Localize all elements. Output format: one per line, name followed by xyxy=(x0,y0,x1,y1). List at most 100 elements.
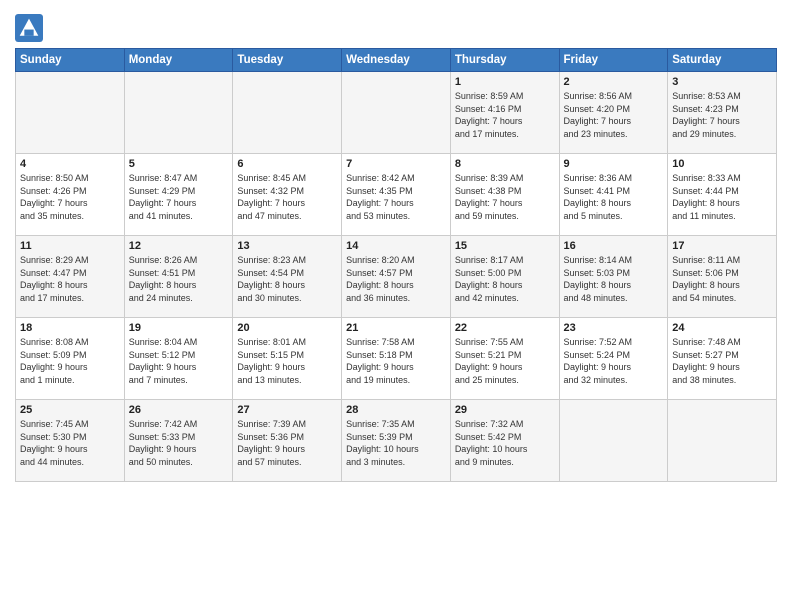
day-number: 19 xyxy=(129,322,229,334)
calendar-cell: 4 Sunrise: 8:50 AM Sunset: 4:26 PM Daylig… xyxy=(16,154,125,236)
day-info: Sunrise: 8:39 AM Sunset: 4:38 PM Dayligh… xyxy=(455,172,555,222)
calendar-week-3: 11 Sunrise: 8:29 AM Sunset: 4:47 PM Dayli… xyxy=(16,236,777,318)
calendar-cell xyxy=(342,72,451,154)
calendar-header-thursday: Thursday xyxy=(450,49,559,72)
day-info: Sunrise: 7:55 AM Sunset: 5:21 PM Dayligh… xyxy=(455,336,555,386)
calendar-cell: 27 Sunrise: 7:39 AM Sunset: 5:36 PM Dayli… xyxy=(233,400,342,482)
calendar-header-wednesday: Wednesday xyxy=(342,49,451,72)
day-number: 22 xyxy=(455,322,555,334)
day-number: 11 xyxy=(20,240,120,252)
day-number: 14 xyxy=(346,240,446,252)
calendar-table: SundayMondayTuesdayWednesdayThursdayFrid… xyxy=(15,48,777,482)
day-info: Sunrise: 8:23 AM Sunset: 4:54 PM Dayligh… xyxy=(237,254,337,304)
calendar-week-4: 18 Sunrise: 8:08 AM Sunset: 5:09 PM Dayli… xyxy=(16,318,777,400)
calendar-cell: 13 Sunrise: 8:23 AM Sunset: 4:54 PM Dayli… xyxy=(233,236,342,318)
calendar-header-row: SundayMondayTuesdayWednesdayThursdayFrid… xyxy=(16,49,777,72)
day-info: Sunrise: 8:29 AM Sunset: 4:47 PM Dayligh… xyxy=(20,254,120,304)
day-number: 4 xyxy=(20,158,120,170)
calendar-cell: 8Sunrise: 8:39 AM Sunset: 4:38 PM Daylig… xyxy=(450,154,559,236)
day-info: Sunrise: 8:36 AM Sunset: 4:41 PM Dayligh… xyxy=(564,172,664,222)
day-info: Sunrise: 8:33 AM Sunset: 4:44 PM Dayligh… xyxy=(672,172,772,222)
day-number: 2 xyxy=(564,76,664,88)
calendar-week-2: 4 Sunrise: 8:50 AM Sunset: 4:26 PM Daylig… xyxy=(16,154,777,236)
calendar-cell: 3 Sunrise: 8:53 AM Sunset: 4:23 PM Daylig… xyxy=(668,72,777,154)
logo-icon xyxy=(15,14,43,42)
calendar-cell: 1 Sunrise: 8:59 AM Sunset: 4:16 PM Daylig… xyxy=(450,72,559,154)
day-number: 18 xyxy=(20,322,120,334)
day-number: 20 xyxy=(237,322,337,334)
calendar-cell: 26 Sunrise: 7:42 AM Sunset: 5:33 PM Dayli… xyxy=(124,400,233,482)
day-number: 28 xyxy=(346,404,446,416)
day-info: Sunrise: 7:45 AM Sunset: 5:30 PM Dayligh… xyxy=(20,418,120,468)
calendar-header-friday: Friday xyxy=(559,49,668,72)
day-number: 21 xyxy=(346,322,446,334)
calendar-cell: 24 Sunrise: 7:48 AM Sunset: 5:27 PM Dayli… xyxy=(668,318,777,400)
calendar-week-5: 25 Sunrise: 7:45 AM Sunset: 5:30 PM Dayli… xyxy=(16,400,777,482)
calendar-cell: 28 Sunrise: 7:35 AM Sunset: 5:39 PM Dayli… xyxy=(342,400,451,482)
day-number: 10 xyxy=(672,158,772,170)
calendar-cell: 22 Sunrise: 7:55 AM Sunset: 5:21 PM Dayli… xyxy=(450,318,559,400)
calendar-cell: 23Sunrise: 7:52 AM Sunset: 5:24 PM Dayli… xyxy=(559,318,668,400)
day-number: 29 xyxy=(455,404,555,416)
calendar-cell: 17 Sunrise: 8:11 AM Sunset: 5:06 PM Dayli… xyxy=(668,236,777,318)
day-info: Sunrise: 7:42 AM Sunset: 5:33 PM Dayligh… xyxy=(129,418,229,468)
calendar-cell: 2 Sunrise: 8:56 AM Sunset: 4:20 PM Daylig… xyxy=(559,72,668,154)
day-info: Sunrise: 8:47 AM Sunset: 4:29 PM Dayligh… xyxy=(129,172,229,222)
day-info: Sunrise: 8:08 AM Sunset: 5:09 PM Dayligh… xyxy=(20,336,120,386)
calendar-cell: 12 Sunrise: 8:26 AM Sunset: 4:51 PM Dayli… xyxy=(124,236,233,318)
calendar-week-1: 1 Sunrise: 8:59 AM Sunset: 4:16 PM Daylig… xyxy=(16,72,777,154)
calendar-cell: 29 Sunrise: 7:32 AM Sunset: 5:42 PM Dayli… xyxy=(450,400,559,482)
calendar-cell: 14 Sunrise: 8:20 AM Sunset: 4:57 PM Dayli… xyxy=(342,236,451,318)
day-info: Sunrise: 7:58 AM Sunset: 5:18 PM Dayligh… xyxy=(346,336,446,386)
day-info: Sunrise: 7:48 AM Sunset: 5:27 PM Dayligh… xyxy=(672,336,772,386)
day-info: Sunrise: 8:56 AM Sunset: 4:20 PM Dayligh… xyxy=(564,90,664,140)
day-info: Sunrise: 8:14 AM Sunset: 5:03 PM Dayligh… xyxy=(564,254,664,304)
day-number: 27 xyxy=(237,404,337,416)
calendar-cell: 25 Sunrise: 7:45 AM Sunset: 5:30 PM Dayli… xyxy=(16,400,125,482)
day-number: 12 xyxy=(129,240,229,252)
day-info: Sunrise: 8:17 AM Sunset: 5:00 PM Dayligh… xyxy=(455,254,555,304)
calendar-cell: 16 Sunrise: 8:14 AM Sunset: 5:03 PM Dayli… xyxy=(559,236,668,318)
calendar-cell xyxy=(16,72,125,154)
calendar-header-saturday: Saturday xyxy=(668,49,777,72)
calendar-cell: 19 Sunrise: 8:04 AM Sunset: 5:12 PM Dayli… xyxy=(124,318,233,400)
calendar-cell xyxy=(233,72,342,154)
day-number: 24 xyxy=(672,322,772,334)
day-info: Sunrise: 8:53 AM Sunset: 4:23 PM Dayligh… xyxy=(672,90,772,140)
calendar-cell xyxy=(124,72,233,154)
day-number: 13 xyxy=(237,240,337,252)
day-info: Sunrise: 8:45 AM Sunset: 4:32 PM Dayligh… xyxy=(237,172,337,222)
day-info: Sunrise: 7:32 AM Sunset: 5:42 PM Dayligh… xyxy=(455,418,555,468)
calendar-cell: 15Sunrise: 8:17 AM Sunset: 5:00 PM Dayli… xyxy=(450,236,559,318)
day-info: Sunrise: 8:26 AM Sunset: 4:51 PM Dayligh… xyxy=(129,254,229,304)
day-number: 16 xyxy=(564,240,664,252)
calendar-cell: 20 Sunrise: 8:01 AM Sunset: 5:15 PM Dayli… xyxy=(233,318,342,400)
day-info: Sunrise: 8:01 AM Sunset: 5:15 PM Dayligh… xyxy=(237,336,337,386)
calendar-header-tuesday: Tuesday xyxy=(233,49,342,72)
day-number: 3 xyxy=(672,76,772,88)
calendar-header-monday: Monday xyxy=(124,49,233,72)
day-info: Sunrise: 8:59 AM Sunset: 4:16 PM Dayligh… xyxy=(455,90,555,140)
calendar-cell: 9 Sunrise: 8:36 AM Sunset: 4:41 PM Daylig… xyxy=(559,154,668,236)
day-number: 17 xyxy=(672,240,772,252)
day-info: Sunrise: 8:20 AM Sunset: 4:57 PM Dayligh… xyxy=(346,254,446,304)
calendar-cell: 6 Sunrise: 8:45 AM Sunset: 4:32 PM Daylig… xyxy=(233,154,342,236)
day-number: 9 xyxy=(564,158,664,170)
logo xyxy=(15,14,45,42)
day-number: 6 xyxy=(237,158,337,170)
day-number: 1 xyxy=(455,76,555,88)
calendar-header-sunday: Sunday xyxy=(16,49,125,72)
day-info: Sunrise: 8:11 AM Sunset: 5:06 PM Dayligh… xyxy=(672,254,772,304)
day-info: Sunrise: 8:50 AM Sunset: 4:26 PM Dayligh… xyxy=(20,172,120,222)
day-number: 5 xyxy=(129,158,229,170)
calendar-cell: 7Sunrise: 8:42 AM Sunset: 4:35 PM Daylig… xyxy=(342,154,451,236)
day-number: 25 xyxy=(20,404,120,416)
header xyxy=(15,10,777,42)
calendar-cell xyxy=(559,400,668,482)
day-number: 26 xyxy=(129,404,229,416)
day-info: Sunrise: 8:42 AM Sunset: 4:35 PM Dayligh… xyxy=(346,172,446,222)
day-info: Sunrise: 7:39 AM Sunset: 5:36 PM Dayligh… xyxy=(237,418,337,468)
calendar-cell: 5 Sunrise: 8:47 AM Sunset: 4:29 PM Daylig… xyxy=(124,154,233,236)
day-info: Sunrise: 8:04 AM Sunset: 5:12 PM Dayligh… xyxy=(129,336,229,386)
day-info: Sunrise: 7:35 AM Sunset: 5:39 PM Dayligh… xyxy=(346,418,446,468)
